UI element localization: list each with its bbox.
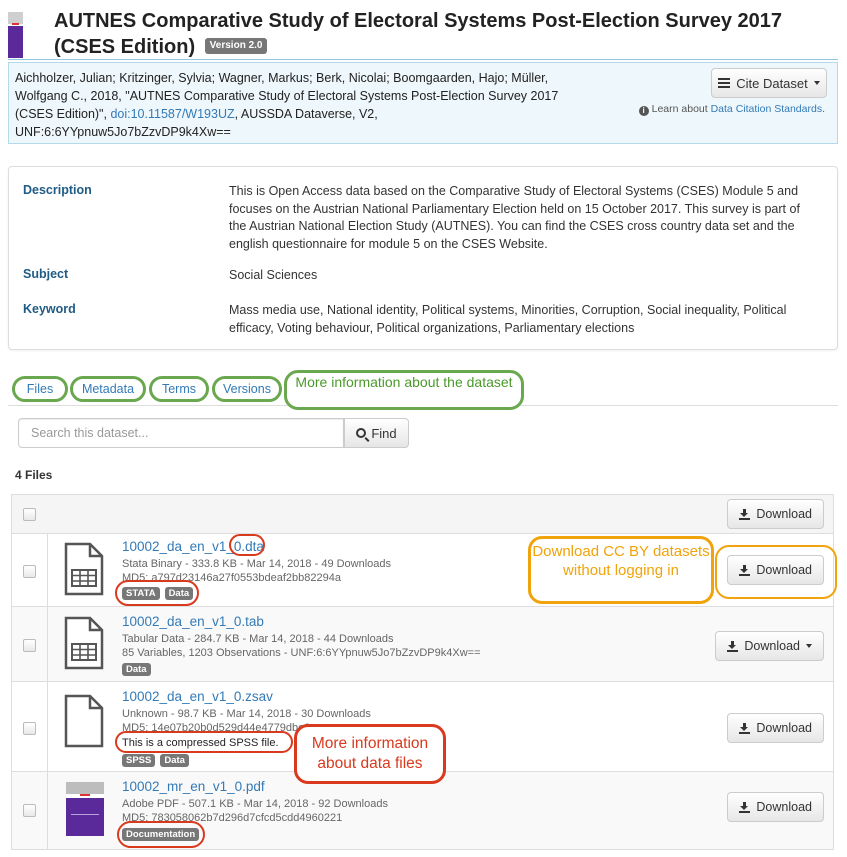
download-dropdown-button[interactable]: Download xyxy=(715,631,824,661)
download-button[interactable]: Download xyxy=(727,713,824,743)
annotation-ring-description xyxy=(115,731,293,753)
citation-text: Aichholzer, Julian; Kritzinger, Sylvia; … xyxy=(15,69,560,141)
file-tag: Data xyxy=(122,663,151,676)
file-info: Tabular Data - 284.7 KB - Mar 14, 2018 -… xyxy=(122,633,394,645)
file-name-link[interactable]: 10002_mr_en_v1_0.pdf xyxy=(122,779,265,794)
file-checkbox[interactable] xyxy=(23,804,36,817)
annotation-ring-extension xyxy=(229,534,265,556)
tabular-file-icon xyxy=(64,616,104,670)
row-checkbox-cell xyxy=(12,534,48,606)
dataset-thumbnail-icon xyxy=(8,12,23,58)
subject-value: Social Sciences xyxy=(229,268,318,282)
row-checkbox-cell xyxy=(12,682,48,771)
annotation-ring-tags xyxy=(115,580,199,606)
tab-versions[interactable]: Versions xyxy=(212,376,282,402)
find-button[interactable]: Find xyxy=(344,418,409,448)
page-title: AUTNES Comparative Study of Electoral Sy… xyxy=(54,8,844,60)
file-tags: SPSS Data xyxy=(122,754,189,767)
tab-metadata[interactable]: Metadata xyxy=(70,376,146,402)
file-info: Adobe PDF - 507.1 KB - Mar 14, 2018 - 92… xyxy=(122,798,388,810)
file-name-link[interactable]: 10002_da_en_v1_0.zsav xyxy=(122,689,273,704)
tab-metadata-label: Metadata xyxy=(81,382,135,396)
file-tags: Data xyxy=(122,663,151,676)
dataset-tabs: Files Metadata Terms Versions More infor… xyxy=(8,370,838,410)
blank-file-icon xyxy=(64,694,104,748)
pdf-thumbnail-icon xyxy=(66,782,104,836)
cite-dataset-button[interactable]: Cite Dataset xyxy=(711,68,827,98)
download-button[interactable]: Download xyxy=(727,792,824,822)
data-files-callout: More information about data files xyxy=(294,724,446,784)
file-info: Unknown - 98.7 KB - Mar 14, 2018 - 30 Do… xyxy=(122,708,371,720)
download-icon xyxy=(739,722,751,734)
description-label: Description xyxy=(23,183,92,197)
caret-down-icon xyxy=(806,644,812,648)
download-callout: Download CC BY datasets without logging … xyxy=(528,536,714,604)
files-count: 4 Files xyxy=(15,468,53,482)
select-all-checkbox[interactable] xyxy=(23,508,36,521)
data-citation-standards-link[interactable]: Data Citation Standards xyxy=(711,103,822,115)
download-all-button[interactable]: Download xyxy=(727,499,824,529)
download-label: Download xyxy=(756,721,812,735)
subject-label: Subject xyxy=(23,267,69,281)
learn-prefix: Learn about xyxy=(651,103,711,115)
annotation-ring-documentation xyxy=(117,821,205,848)
tabular-file-icon xyxy=(64,542,104,596)
list-icon xyxy=(718,78,731,88)
find-label: Find xyxy=(371,425,397,441)
info-icon: i xyxy=(638,106,649,116)
file-checkbox[interactable] xyxy=(23,639,36,652)
file-name-link[interactable]: 10002_da_en_v1_0.tab xyxy=(122,614,264,629)
version-badge: Version 2.0 xyxy=(204,37,268,54)
file-checkbox[interactable] xyxy=(23,722,36,735)
file-tag: SPSS xyxy=(122,754,156,767)
metadata-summary-panel: Description This is Open Access data bas… xyxy=(8,166,838,350)
download-icon xyxy=(739,801,751,813)
search-dataset-input[interactable]: Search this dataset... xyxy=(18,418,344,448)
file-row: 10002_da_en_v1_0.tab Tabular Data - 284.… xyxy=(12,607,833,682)
tab-versions-label: Versions xyxy=(223,382,271,396)
keyword-label: Keyword xyxy=(23,302,76,316)
file-unf: 85 Variables, 1203 Observations - UNF:6:… xyxy=(122,647,481,659)
dataset-title: AUTNES Comparative Study of Electoral Sy… xyxy=(54,10,783,58)
cite-dataset-label: Cite Dataset xyxy=(736,75,808,91)
row-checkbox-cell xyxy=(12,607,48,681)
files-table-header: Download xyxy=(12,495,833,534)
caret-down-icon xyxy=(813,81,820,85)
file-info: Stata Binary - 333.8 KB - Mar 14, 2018 -… xyxy=(122,558,392,570)
file-checkbox[interactable] xyxy=(23,565,36,578)
dataset-header: AUTNES Comparative Study of Electoral Sy… xyxy=(8,8,838,58)
row-checkbox-cell xyxy=(12,772,48,849)
download-all-label: Download xyxy=(756,507,812,521)
keyword-value: Mass media use, National identity, Polit… xyxy=(229,303,787,335)
title-divider xyxy=(8,59,838,60)
file-tag: Data xyxy=(160,754,189,767)
description-value: This is Open Access data based on the Co… xyxy=(229,184,800,251)
doi-link[interactable]: doi:10.11587/W193UZ xyxy=(110,107,234,121)
download-label: Download xyxy=(756,800,812,814)
dataset-info-callout: More information about the dataset xyxy=(284,370,524,410)
learn-suffix: . xyxy=(822,103,825,115)
annotation-ring-download xyxy=(715,545,837,599)
download-label: Download xyxy=(744,639,800,653)
tab-files[interactable]: Files xyxy=(12,376,68,402)
tab-terms-label: Terms xyxy=(161,382,197,396)
download-icon xyxy=(727,640,739,652)
tab-terms[interactable]: Terms xyxy=(149,376,209,402)
tab-files-label: Files xyxy=(26,382,54,396)
citation-standards-note: i Learn about Data Citation Standards. xyxy=(638,103,825,116)
download-icon xyxy=(739,508,751,520)
search-icon xyxy=(356,428,367,438)
citation-box: Aichholzer, Julian; Kritzinger, Sylvia; … xyxy=(8,62,838,144)
